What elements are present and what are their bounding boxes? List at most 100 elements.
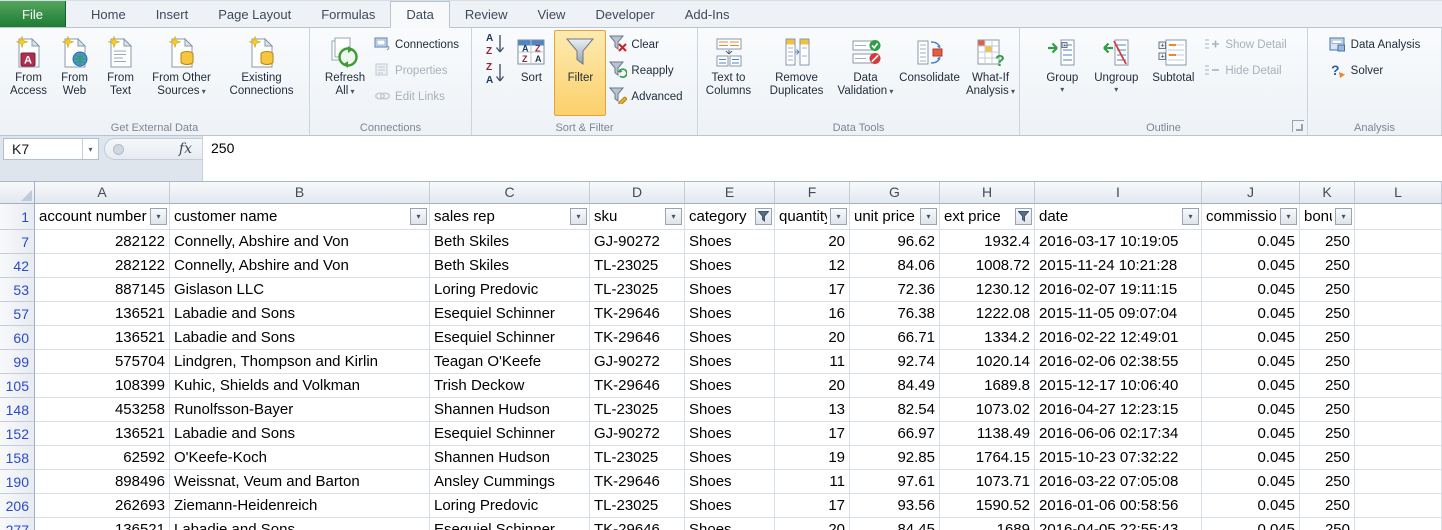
tab-developer[interactable]: Developer: [580, 1, 669, 27]
cell-D42[interactable]: TL-23025: [590, 254, 685, 278]
cell-K57[interactable]: 250: [1300, 302, 1355, 326]
cell-C42[interactable]: Beth Skiles: [430, 254, 590, 278]
column-header-C[interactable]: C: [430, 182, 590, 204]
cell-A60[interactable]: 136521: [35, 326, 170, 350]
cell-A7[interactable]: 282122: [35, 230, 170, 254]
from-access-button[interactable]: AFrom Access: [6, 30, 52, 116]
cell-G148[interactable]: 82.54: [850, 398, 940, 422]
cell-G152[interactable]: 66.97: [850, 422, 940, 446]
cell-A148[interactable]: 453258: [35, 398, 170, 422]
name-box-dropdown-icon[interactable]: ▾: [82, 139, 98, 159]
cell-L42[interactable]: [1355, 254, 1442, 278]
cell-A57[interactable]: 136521: [35, 302, 170, 326]
tab-page-layout[interactable]: Page Layout: [203, 1, 306, 27]
cell-C99[interactable]: Teagan O'Keefe: [430, 350, 590, 374]
header-cell-unit-price[interactable]: unit price▾: [850, 204, 940, 230]
cell-E105[interactable]: Shoes: [685, 374, 775, 398]
cell-C190[interactable]: Ansley Cummings: [430, 470, 590, 494]
select-all-corner[interactable]: [0, 182, 35, 204]
cell-B57[interactable]: Labadie and Sons: [170, 302, 430, 326]
cell-D206[interactable]: TL-23025: [590, 494, 685, 518]
cell-F158[interactable]: 19: [775, 446, 850, 470]
cell-B206[interactable]: Ziemann-Heidenreich: [170, 494, 430, 518]
cell-J99[interactable]: 0.045: [1202, 350, 1300, 374]
cell-H105[interactable]: 1689.8: [940, 374, 1035, 398]
cell-D158[interactable]: TL-23025: [590, 446, 685, 470]
row-header-99[interactable]: 99: [0, 350, 35, 374]
cell-C206[interactable]: Loring Predovic: [430, 494, 590, 518]
cell-B158[interactable]: O'Keefe-Koch: [170, 446, 430, 470]
data-analysis-button[interactable]: Data Analysis: [1326, 32, 1424, 58]
header-cell-sku[interactable]: sku▾: [590, 204, 685, 230]
cell-A105[interactable]: 108399: [35, 374, 170, 398]
cell-J277[interactable]: 0.045: [1202, 518, 1300, 530]
cell-K105[interactable]: 250: [1300, 374, 1355, 398]
cell-F42[interactable]: 12: [775, 254, 850, 278]
cell-G105[interactable]: 84.49: [850, 374, 940, 398]
cell-C57[interactable]: Esequiel Schinner: [430, 302, 590, 326]
cell-H7[interactable]: 1932.4: [940, 230, 1035, 254]
from-other-sources-button[interactable]: From Other Sources ▾: [144, 30, 220, 116]
cell-L105[interactable]: [1355, 374, 1442, 398]
cell-L99[interactable]: [1355, 350, 1442, 374]
solver-button[interactable]: ?Solver: [1326, 58, 1387, 84]
cell-E206[interactable]: Shoes: [685, 494, 775, 518]
cell-D53[interactable]: TL-23025: [590, 278, 685, 302]
cell-D57[interactable]: TK-29646: [590, 302, 685, 326]
cell-G53[interactable]: 72.36: [850, 278, 940, 302]
cell-D190[interactable]: TK-29646: [590, 470, 685, 494]
cell-J190[interactable]: 0.045: [1202, 470, 1300, 494]
cell-A53[interactable]: 887145: [35, 278, 170, 302]
cell-H42[interactable]: 1008.72: [940, 254, 1035, 278]
header-cell-account-number[interactable]: account number▾: [35, 204, 170, 230]
column-header-H[interactable]: H: [940, 182, 1035, 204]
row-header-42[interactable]: 42: [0, 254, 35, 278]
cell-D7[interactable]: GJ-90272: [590, 230, 685, 254]
cell-F152[interactable]: 17: [775, 422, 850, 446]
cell-K158[interactable]: 250: [1300, 446, 1355, 470]
cell-F7[interactable]: 20: [775, 230, 850, 254]
name-box[interactable]: K7 ▾: [3, 138, 99, 160]
sort-za-button[interactable]: ZA: [483, 61, 508, 90]
cell-B105[interactable]: Kuhic, Shields and Volkman: [170, 374, 430, 398]
cell-L152[interactable]: [1355, 422, 1442, 446]
cell-A158[interactable]: 62592: [35, 446, 170, 470]
row-header-206[interactable]: 206: [0, 494, 35, 518]
subtotal-button[interactable]: ++Subtotal: [1145, 30, 1201, 116]
cell-K148[interactable]: 250: [1300, 398, 1355, 422]
group-button[interactable]: +Group▾: [1037, 30, 1087, 116]
row-header-53[interactable]: 53: [0, 278, 35, 302]
cell-K99[interactable]: 250: [1300, 350, 1355, 374]
cell-E7[interactable]: Shoes: [685, 230, 775, 254]
cell-A152[interactable]: 136521: [35, 422, 170, 446]
refresh-all-button[interactable]: Refresh All ▾: [319, 30, 371, 116]
cell-A190[interactable]: 898496: [35, 470, 170, 494]
sort-button[interactable]: AZZASort: [508, 30, 554, 116]
sort-az-button[interactable]: AZ: [483, 32, 508, 61]
cell-I148[interactable]: 2016-04-27 12:23:15: [1035, 398, 1202, 422]
text-to-columns-button[interactable]: Text to Columns: [697, 30, 761, 116]
header-cell-category[interactable]: category: [685, 204, 775, 230]
cell-G99[interactable]: 92.74: [850, 350, 940, 374]
cell-K277[interactable]: 250: [1300, 518, 1355, 530]
cell-J105[interactable]: 0.045: [1202, 374, 1300, 398]
column-header-I[interactable]: I: [1035, 182, 1202, 204]
cell-G7[interactable]: 96.62: [850, 230, 940, 254]
column-header-B[interactable]: B: [170, 182, 430, 204]
cell-H148[interactable]: 1073.02: [940, 398, 1035, 422]
cell-I42[interactable]: 2015-11-24 10:21:28: [1035, 254, 1202, 278]
cell-G57[interactable]: 76.38: [850, 302, 940, 326]
cell-K42[interactable]: 250: [1300, 254, 1355, 278]
cell-J206[interactable]: 0.045: [1202, 494, 1300, 518]
cell-B60[interactable]: Labadie and Sons: [170, 326, 430, 350]
row-header-57[interactable]: 57: [0, 302, 35, 326]
dialog-launcher-icon[interactable]: [1292, 120, 1304, 132]
row-header-60[interactable]: 60: [0, 326, 35, 350]
column-header-G[interactable]: G: [850, 182, 940, 204]
filter-dropdown-icon-account-number[interactable]: ▾: [150, 208, 167, 225]
filter-dropdown-icon-sales-rep[interactable]: ▾: [570, 208, 587, 225]
row-header-158[interactable]: 158: [0, 446, 35, 470]
filter-applied-icon-ext-price[interactable]: [1015, 208, 1032, 225]
cell-E57[interactable]: Shoes: [685, 302, 775, 326]
advanced-button[interactable]: Advanced: [606, 84, 685, 110]
